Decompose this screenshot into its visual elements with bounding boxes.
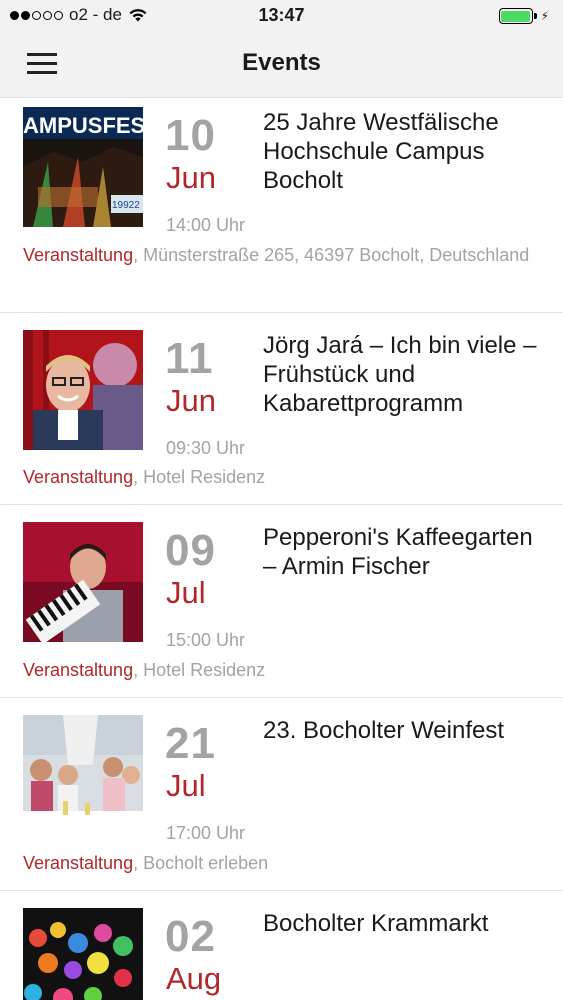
page-title: Events	[242, 49, 321, 76]
status-bar: o2 - de 13:47 ⚡	[0, 0, 563, 32]
event-time: 15:00 Uhr	[166, 630, 246, 650]
event-item[interactable]: 11 Jun Jörg Jará – Ich bin viele – Frühs…	[0, 320, 563, 505]
navigation-bar: Events	[0, 32, 563, 98]
event-item[interactable]: 09 Jul Pepperoni's Kaffeegarten – Armin …	[0, 512, 563, 698]
event-image: AMPUSFES 19922	[23, 107, 143, 227]
event-meta: Veranstaltung, Bocholt erleben	[23, 848, 543, 878]
event-category: Veranstaltung	[23, 467, 134, 487]
event-meta: Veranstaltung, Hotel Residenz	[23, 655, 543, 685]
event-day: 02	[165, 912, 216, 961]
event-day: 09	[165, 526, 216, 575]
event-title: 25 Jahre Westfälische Hochschule Campus …	[263, 109, 499, 194]
event-location: , Bocholt erleben	[133, 853, 269, 873]
divider	[0, 312, 563, 313]
event-item[interactable]: AMPUSFES 19922 10 Jun 25 Jahre Westfälis…	[0, 98, 563, 313]
event-month: Aug	[166, 961, 222, 996]
divider	[0, 890, 563, 891]
event-image-text: AMPUSFES	[23, 113, 143, 138]
event-location: , Hotel Residenz	[133, 660, 266, 680]
clock: 13:47	[258, 5, 305, 25]
event-day: 10	[165, 111, 216, 160]
event-image	[23, 330, 143, 450]
charging-icon: ⚡	[540, 9, 549, 23]
event-month: Jun	[166, 383, 216, 418]
event-meta: Veranstaltung, Hotel Residenz	[23, 462, 543, 492]
divider	[0, 504, 563, 505]
event-title: 23. Bocholter Weinfest	[263, 717, 505, 744]
event-month: Jul	[166, 768, 206, 803]
event-title: Pepperoni's Kaffeegarten – Armin Fischer	[263, 524, 533, 580]
event-month: Jul	[166, 575, 206, 610]
battery-icon: ⚡	[498, 8, 549, 24]
event-image	[23, 908, 143, 1000]
event-day: 11	[165, 334, 214, 383]
event-location: , Münsterstraße 265, 46397 Bocholt, Deut…	[133, 245, 530, 265]
event-category: Veranstaltung	[23, 853, 134, 873]
event-month: Jun	[166, 160, 216, 195]
event-meta: Veranstaltung, Münsterstraße 265, 46397 …	[23, 240, 543, 270]
event-item[interactable]: 02 Aug Bocholter Krammarkt	[0, 898, 563, 1000]
event-image	[23, 715, 143, 835]
event-time: 14:00 Uhr	[166, 215, 246, 235]
event-list[interactable]: AMPUSFES 19922 10 Jun 25 Jahre Westfälis…	[0, 98, 563, 1000]
event-location: , Hotel Residenz	[133, 467, 266, 487]
event-time: 17:00 Uhr	[166, 823, 246, 843]
event-item[interactable]: 21 Jul 23. Bocholter Weinfest 17:00 Uhr …	[0, 705, 563, 891]
event-title: Jörg Jará – Ich bin viele – Frühstück un…	[263, 332, 537, 417]
event-category: Veranstaltung	[23, 245, 134, 265]
event-category: Veranstaltung	[23, 660, 134, 680]
event-title: Bocholter Krammarkt	[263, 910, 489, 937]
divider	[0, 697, 563, 698]
event-day: 21	[165, 719, 216, 768]
event-time: 09:30 Uhr	[166, 438, 246, 458]
event-image	[23, 522, 143, 642]
event-image-number: 19922	[112, 200, 140, 211]
